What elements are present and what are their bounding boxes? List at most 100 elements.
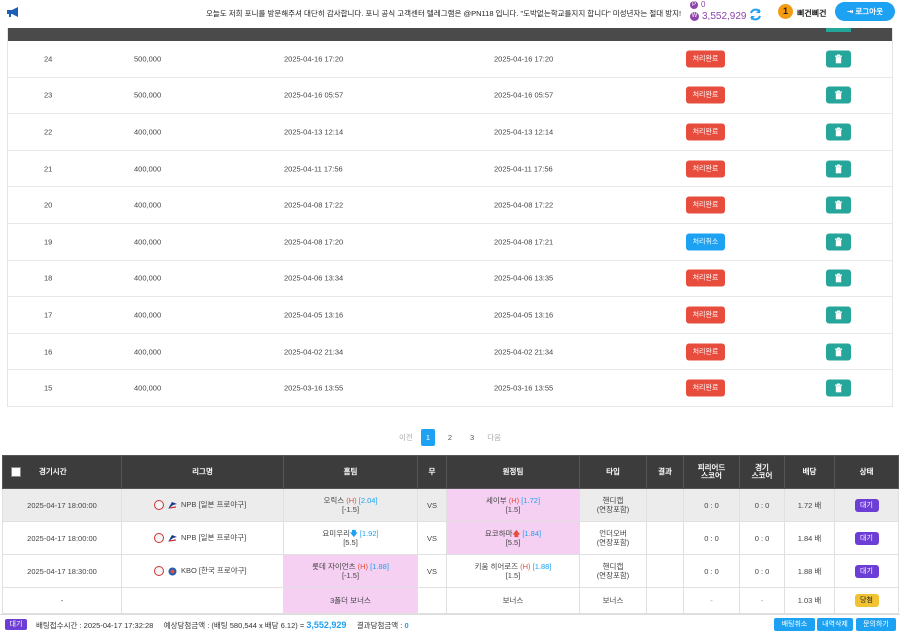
select-all-checkbox[interactable] [11,467,21,477]
row-amount: 400,000 [134,273,162,283]
page-1-link[interactable]: 1 [420,429,435,446]
bet-summary-text: 배팅접수시간 : 2025-04-17 17:32:28 예상당첨금액 : (배… [36,620,409,631]
status-badge: 처리완료 [686,379,725,397]
points-display: P0 [690,0,705,9]
row-number: 23 [44,90,53,100]
row-amount: 500,000 [134,90,162,100]
header-result: 결과 [646,455,684,489]
megaphone-icon [7,7,18,17]
game-time: 2025-04-17 18:00:00 [2,521,122,555]
game-time: 2025-04-17 18:30:00 [2,554,122,588]
baseball-icon [154,533,164,543]
row-amount: 400,000 [134,127,162,137]
request-date: 2025-03-16 13:55 [284,383,344,393]
logout-button[interactable]: ⇥ 로그아웃 [835,2,895,21]
header-status: 상태 [834,455,899,489]
history-row: 15 400,000 2025-03-16 13:55 2025-03-16 13:5… [8,370,892,407]
page-3-link[interactable]: 3 [465,433,479,442]
odds-value: 1.72 배 [784,488,835,522]
bet-table-header: 경기시간 리그명 홈팀 무 원정팀 타입 결과 피리어드 스코어 경기 스코어 배당… [2,455,899,489]
processed-date: 2025-04-06 13:35 [494,273,554,283]
row-amount: 400,000 [134,383,162,393]
game-score: 0 : 0 [739,488,785,522]
page-2-link[interactable]: 2 [443,433,457,442]
bet-type: 언더오버 (연장포함) [579,521,647,555]
status-badge: 대기 [5,619,27,630]
game-time: 2025-04-17 18:00:00 [2,488,122,522]
header-league: 리그명 [121,455,284,489]
bet-type: 핸디캡 (연장포함) [579,488,647,522]
delete-button[interactable] [826,269,851,287]
row-number: 20 [44,200,53,210]
status-badge: 대기 [854,564,879,578]
balance-value: 3,552,929 [702,11,747,22]
request-date: 2025-04-05 13:16 [284,310,344,320]
league-cell: NPB [일본 프로야구] [121,488,284,522]
league-cell: KBO [한국 프로야구] [121,554,284,588]
header-away: 원정팀 [446,455,580,489]
trash-icon [835,310,842,320]
home-team-cell[interactable]: 요미우리🡇 [1.92] [5.5] [283,521,418,555]
processed-date: 2025-04-08 17:22 [494,200,554,210]
period-score: - [683,587,740,614]
away-team-cell[interactable]: 세이부 (H) [1.72] [1.5] [446,488,580,522]
bet-slip-table: 경기시간 리그명 홈팀 무 원정팀 타입 결과 피리어드 스코어 경기 스코어 배당… [2,455,899,614]
processed-date: 2025-04-02 21:34 [494,347,554,357]
arrow-down-icon: 🡇 [350,529,358,538]
bonus-away-cell: 보너스 [446,587,580,614]
header-time: 경기시간 [2,455,122,489]
expected-label: 예상당첨금액 : (배팅 580,544 x 배당 6.12) = [163,621,307,630]
delete-button[interactable] [826,196,851,214]
status-badge: 처리완료 [686,343,725,361]
refresh-icon[interactable] [749,8,762,21]
status-badge: 처리취소 [686,233,725,251]
trash-icon [835,383,842,393]
request-date: 2025-04-11 17:56 [284,164,343,174]
delete-button[interactable] [826,160,851,178]
trash-icon [835,90,842,100]
row-number: 19 [44,237,53,247]
delete-button[interactable] [826,306,851,324]
row-amount: 400,000 [134,237,162,247]
delete-button[interactable] [826,343,851,361]
next-page-link[interactable]: 다음 [487,432,501,443]
home-team-cell[interactable]: 롯데 자이언츠 (H) [1.88] [-1.5] [283,554,418,588]
header-period-score: 피리어드 스코어 [683,455,740,489]
request-date: 2025-04-06 13:34 [284,273,344,283]
row-amount: 400,000 [134,164,162,174]
delete-button[interactable] [826,233,851,251]
home-team-cell[interactable]: 오릭스 (H) [2.04] [-1.5] [283,488,418,522]
row-number: 22 [44,127,53,137]
point-icon: P [690,0,698,9]
delete-button[interactable] [826,50,851,68]
delete-button[interactable] [826,123,851,141]
trash-icon [835,127,842,137]
bet-result [646,488,684,522]
trash-icon [835,164,842,173]
bet-type: 보너스 [579,587,647,614]
inquiry-button[interactable]: 문의하기 [856,618,896,631]
request-date: 2025-04-13 12:14 [284,127,344,137]
status-badge: 처리완료 [686,269,725,287]
prev-page-link[interactable]: 이전 [399,432,413,443]
username: 삐건삐건 [797,9,827,18]
cancel-bet-button[interactable]: 배팅취소 [774,618,815,631]
delete-button[interactable] [826,86,851,104]
away-team-cell[interactable]: 키움 히어로즈 (H) [1.88] [1.5] [446,554,580,588]
delete-history-button[interactable]: 내역삭제 [817,618,853,631]
header-game-score: 경기 스코어 [739,455,785,489]
draw-cell: VS [417,488,447,522]
odds-value: 1.88 배 [784,554,835,588]
draw-cell [417,587,447,614]
trash-icon [835,54,842,64]
league-cell [121,587,284,614]
status-cell: 대기 [834,554,899,588]
delete-button[interactable] [826,379,851,397]
bonus-home-cell: 3폴더 보너스 [283,587,418,614]
status-badge: 처리완료 [686,86,725,104]
bet-row: 2025-04-17 18:00:00 NPB [일본 프로야구] 오릭스 (H… [2,488,899,522]
away-team-cell[interactable]: 요코하마🡅 [1.84] [5.5] [446,521,580,555]
header-type: 타입 [579,455,647,489]
balance-display: W 3,552,929 [690,11,747,22]
row-amount: 400,000 [134,347,162,357]
